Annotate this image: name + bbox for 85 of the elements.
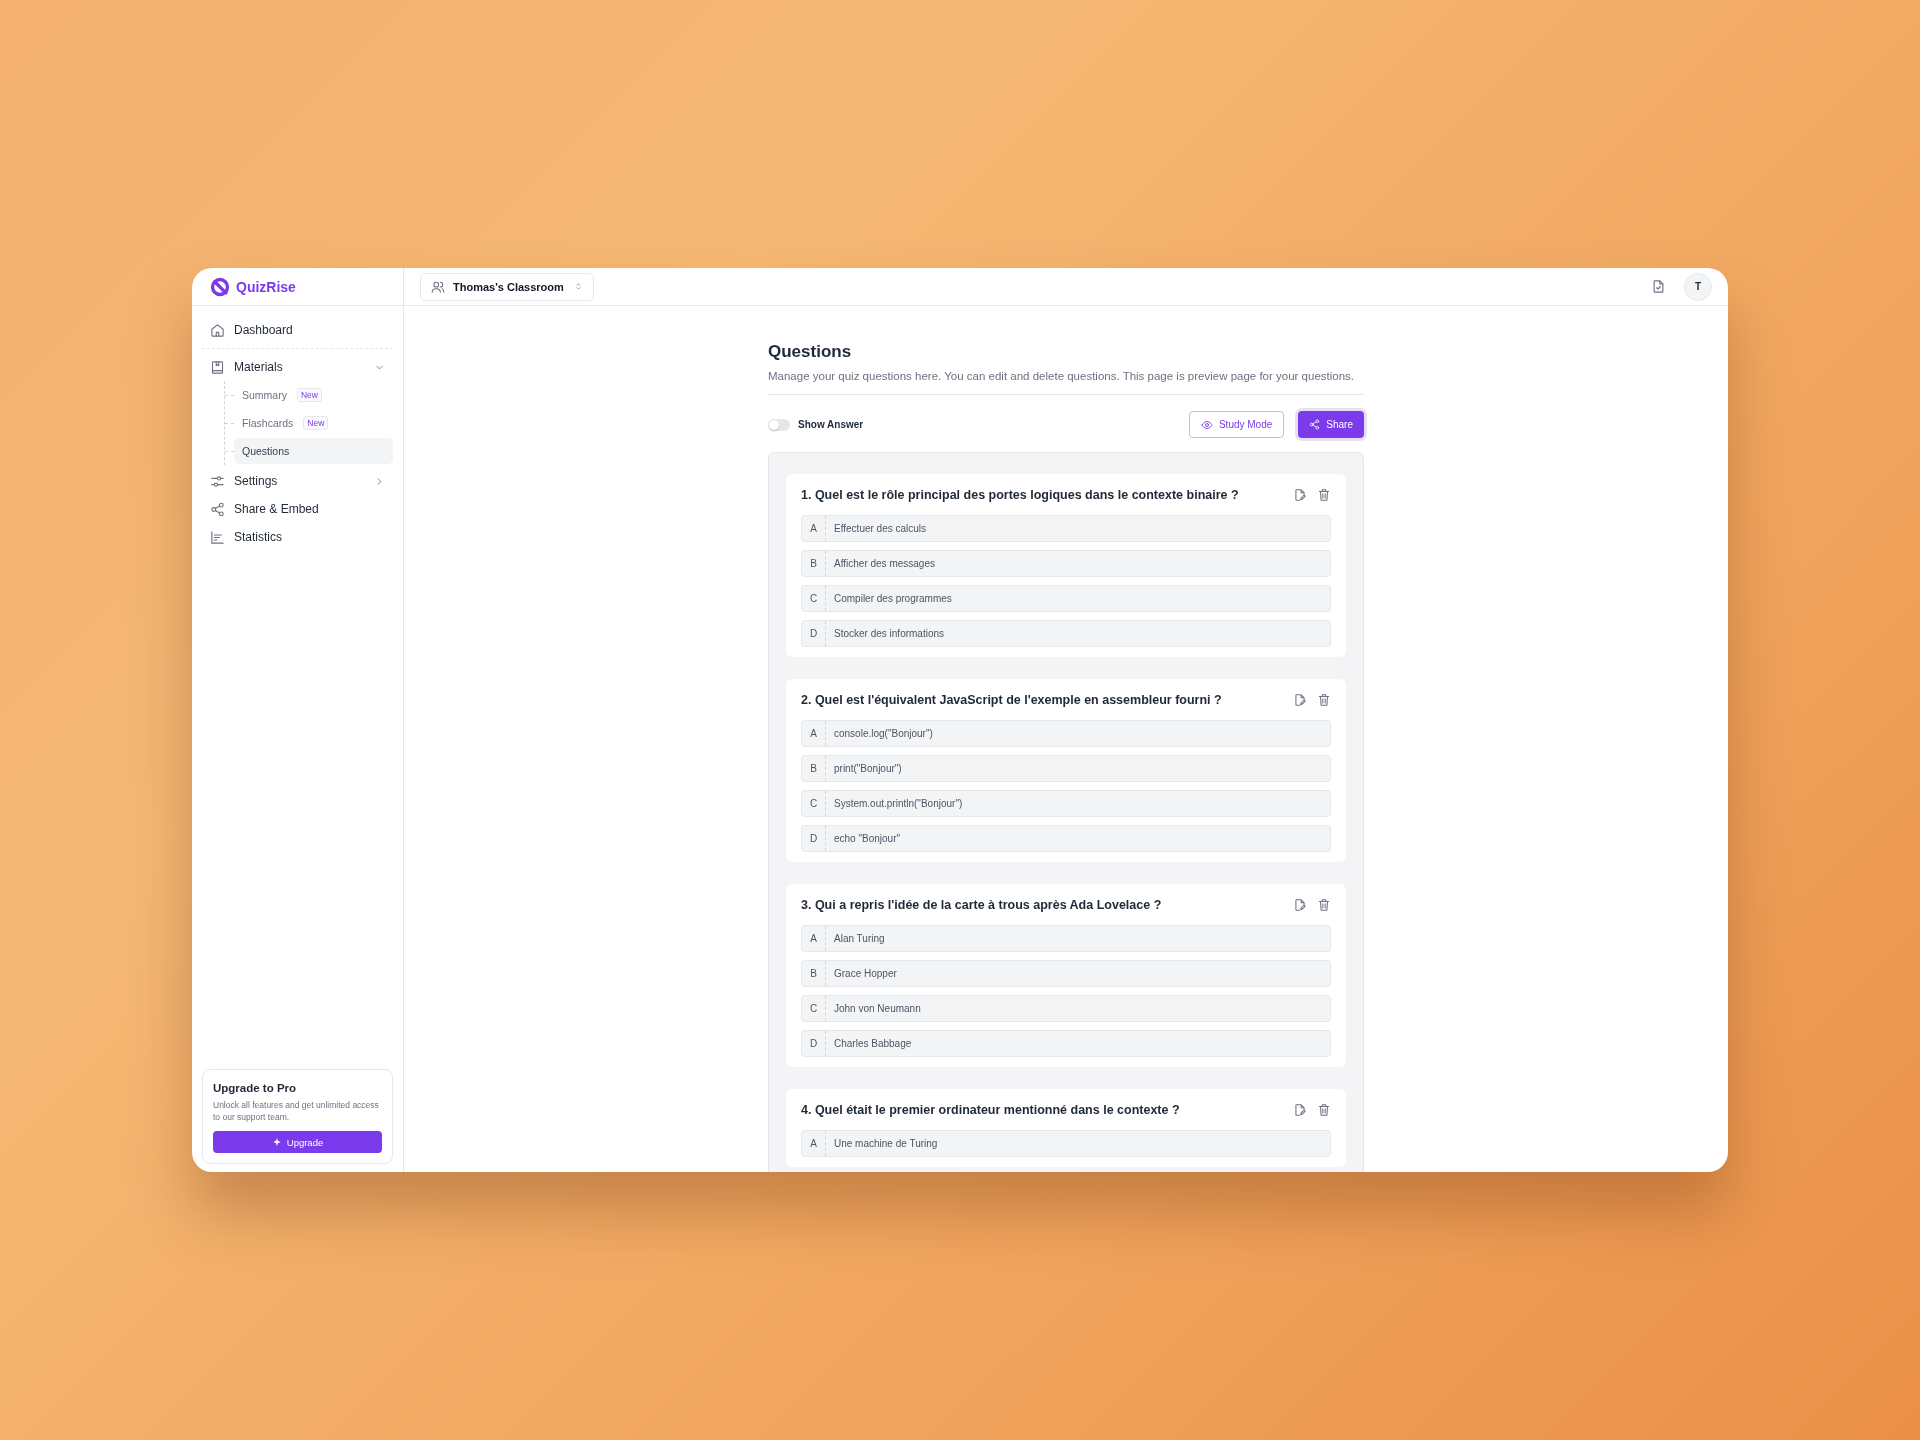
option-text: console.log("Bonjour") — [833, 728, 933, 739]
show-answer-label: Show Answer — [798, 419, 864, 430]
new-badge: New — [296, 388, 322, 402]
share-icon — [1309, 419, 1321, 430]
option-text: Alan Turing — [833, 933, 885, 944]
question-title: 2. Quel est l'équivalent JavaScript de l'exemple en assembleur fourni ? — [801, 693, 1223, 707]
option-letter: D — [802, 621, 826, 646]
answer-option[interactable]: B Afficher des messages — [801, 550, 1331, 577]
option-text: Compiler des programmes — [833, 593, 952, 604]
trash-icon — [1317, 693, 1331, 707]
sidebar-item[interactable]: Materials — [202, 353, 393, 381]
show-answer-toggle[interactable] — [768, 418, 790, 431]
answer-option[interactable]: B print("Bonjour") — [801, 755, 1331, 782]
option-letter: A — [802, 1131, 826, 1156]
book-icon — [210, 359, 225, 375]
answer-option[interactable]: B Grace Hopper — [801, 960, 1331, 987]
updown-icon — [574, 282, 583, 291]
trash-icon — [1317, 1103, 1331, 1117]
option-letter: B — [802, 756, 826, 781]
option-letter: A — [802, 926, 826, 951]
question-title: 1. Quel est le rôle principal des portes logiques dans le contexte binaire ? — [801, 488, 1240, 502]
sliders-icon — [210, 473, 225, 489]
share-button[interactable]: Share — [1298, 411, 1364, 438]
option-text: Effectuer des calculs — [833, 523, 927, 534]
trash-icon — [1317, 898, 1331, 912]
document-icon — [1651, 279, 1666, 294]
home-icon — [210, 322, 225, 338]
answer-option[interactable]: A Une machine de Turing — [801, 1130, 1331, 1157]
eye-icon — [1200, 418, 1213, 431]
question-title: 3. Qui a repris l'idée de la carte à trous après Ada Lovelace ? — [801, 898, 1163, 912]
option-text: System.out.println("Bonjour") — [833, 798, 963, 809]
option-text: Grace Hopper — [833, 968, 897, 979]
upgrade-button[interactable]: Upgrade — [213, 1131, 382, 1153]
option-letter: A — [802, 721, 826, 746]
bar-chart-icon — [210, 529, 225, 545]
option-text: echo "Bonjour" — [833, 833, 901, 844]
option-letter: B — [802, 551, 826, 576]
option-text: John von Neumann — [833, 1003, 921, 1014]
sidebar-subitem[interactable]: Questions — [234, 438, 393, 464]
option-text: Une machine de Turing — [833, 1138, 938, 1149]
answer-option[interactable]: A console.log("Bonjour") — [801, 720, 1331, 747]
option-letter: C — [802, 996, 826, 1021]
option-text: Afficher des messages — [833, 558, 935, 569]
option-text: print("Bonjour") — [833, 763, 902, 774]
upgrade-title: Upgrade to Pro — [213, 1082, 298, 1095]
option-text: Stocker des informations — [833, 628, 945, 639]
study-mode-button[interactable]: Study Mode — [1188, 411, 1285, 438]
upgrade-description: Unlock all features and get unlimited access to our support team. — [213, 1100, 380, 1123]
logo-icon — [210, 276, 230, 297]
answer-option[interactable]: D echo "Bonjour" — [801, 825, 1331, 852]
new-badge: New — [303, 416, 329, 430]
edit-file-icon — [1293, 1103, 1307, 1117]
users-icon — [431, 279, 445, 294]
sidebar-item[interactable]: Share & Embed — [202, 495, 393, 523]
sidebar-item[interactable]: Settings — [202, 467, 393, 495]
sidebar-item[interactable]: Statistics — [202, 523, 393, 551]
app-logo-text: QuizRise — [236, 278, 296, 295]
answer-option[interactable]: A Alan Turing — [801, 925, 1331, 952]
sidebar-subitem[interactable]: Summary New — [234, 382, 393, 408]
option-letter: D — [802, 1031, 826, 1056]
sparkle-icon — [271, 1137, 282, 1147]
answer-option[interactable]: D Stocker des informations — [801, 620, 1331, 647]
answer-option[interactable]: C John von Neumann — [801, 995, 1331, 1022]
edit-file-icon — [1293, 898, 1307, 912]
trash-icon — [1317, 488, 1331, 502]
share-icon — [210, 501, 225, 517]
edit-file-icon — [1293, 693, 1307, 707]
option-letter: C — [802, 791, 826, 816]
option-letter: D — [802, 826, 826, 851]
answer-option[interactable]: A Effectuer des calculs — [801, 515, 1331, 542]
option-letter: A — [802, 516, 826, 541]
edit-file-icon — [1293, 488, 1307, 502]
question-title: 4. Quel était le premier ordinateur mentionné dans le contexte ? — [801, 1103, 1181, 1117]
option-text: Charles Babbage — [833, 1038, 912, 1049]
sidebar-item[interactable]: Dashboard — [202, 316, 393, 344]
user-avatar[interactable]: T — [1684, 272, 1712, 301]
page-title: Questions — [768, 342, 853, 362]
page-description: Manage your quiz questions here. You can edit and delete questions. This page is preview page for your questions. — [768, 370, 1356, 382]
answer-option[interactable]: C System.out.println("Bonjour") — [801, 790, 1331, 817]
answer-option[interactable]: D Charles Babbage — [801, 1030, 1331, 1057]
answer-option[interactable]: C Compiler des programmes — [801, 585, 1331, 612]
classroom-selector[interactable]: Thomas's Classroom — [420, 272, 594, 301]
sidebar-subitem[interactable]: Flashcards New — [234, 410, 393, 436]
option-letter: C — [802, 586, 826, 611]
option-letter: B — [802, 961, 826, 986]
